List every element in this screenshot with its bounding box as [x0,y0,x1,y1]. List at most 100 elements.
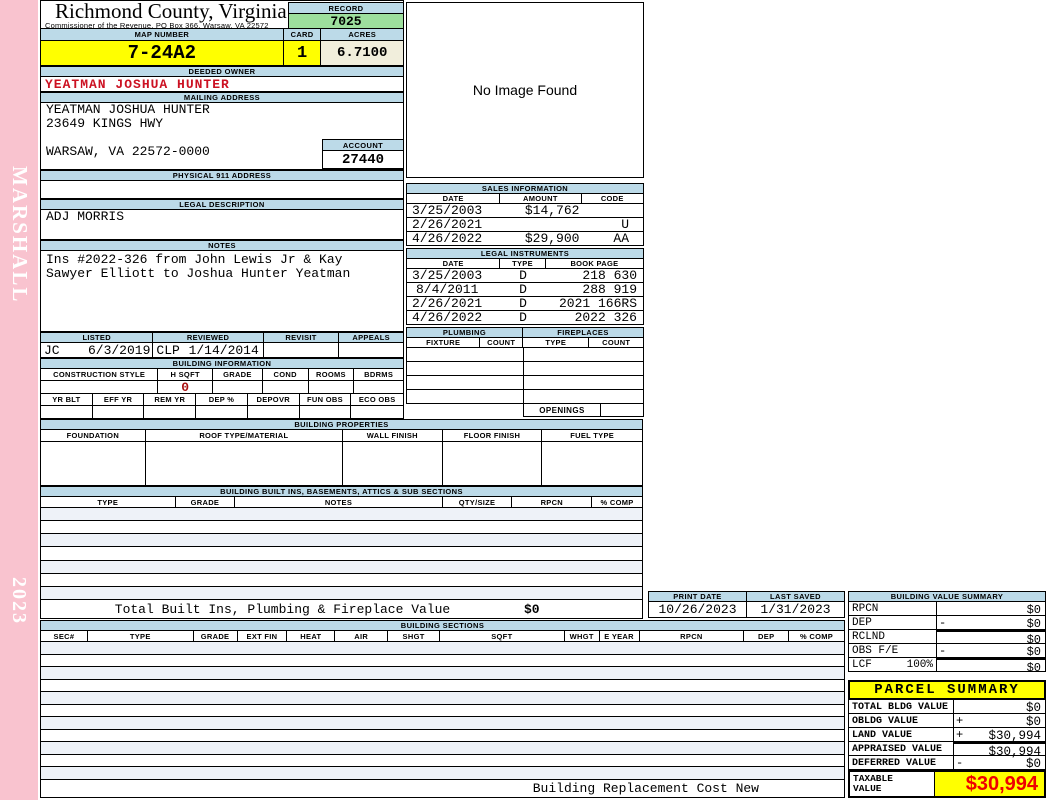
mailing-line: YEATMAN JOSHUA HUNTER [46,102,210,117]
deeded-owner-label: DEEDED OWNER [40,66,404,77]
bvs-row-dep: DEP - $0 [848,616,1046,631]
map-header-row: MAP NUMBER CARD ACRES [40,29,404,41]
card-label: CARD [284,29,322,40]
ps-value: $30,994 [968,742,1045,759]
inst-type: D [519,282,527,297]
mailing-address-block: YEATMAN JOSHUA HUNTER 23649 KINGS HWY WA… [40,103,404,170]
bdrms-label: BDRMS [364,370,394,379]
cond-value [263,381,309,393]
ps-label: TOTAL BLDG VALUE [849,700,954,713]
rooms-value [309,381,355,393]
parcel-summary: PARCEL SUMMARY TOTAL BLDG VALUE $0 OBLDG… [848,680,1046,798]
physical-address-label: PHYSICAL 911 ADDRESS [40,170,404,181]
plumbing-fireplaces-strips: PLUMBING FIREPLACES [406,327,644,338]
inst-bookpage-label: BOOK PAGE [570,259,619,268]
map-number-label: MAP NUMBER [41,29,284,40]
ps-label: OBLDG VALUE [849,714,954,727]
bvs-label: DEP [852,617,872,629]
bs-extfin-label: EXT FIN [238,631,288,641]
funobs-value [300,406,352,418]
bvs-row-lcf: LCF 100% $0 [848,658,1046,675]
year-watermark: 2023 [8,577,30,625]
foundation-value [41,442,146,485]
building-sections-empty-rows [40,642,845,780]
building-sections-label: BUILDING SECTIONS [40,620,845,631]
bvs-value: $0 [1026,617,1041,631]
inst-bookpage: 288 919 [582,282,637,297]
inst-type: D [519,310,527,325]
appeals-label: APPEALS [352,333,390,342]
listed-by: JC [44,342,60,358]
revisit-label: REVISIT [264,333,340,342]
hsqft-value: 0 [158,380,214,395]
inst-bookpage: 218 630 [582,268,637,283]
dep-pct-label: DEP % [196,394,248,405]
sales-code-label: CODE [600,194,624,203]
remyr-value [144,406,197,418]
account-label: ACCOUNT [322,139,404,151]
bvs-sign: - [939,616,947,630]
building-properties-label: BUILDING PROPERTIES [40,419,643,430]
empty-row [41,705,844,718]
last-saved-label: LAST SAVED [747,591,845,602]
sales-row: 3/25/2003 $14,762 [406,203,644,218]
bvs-sign [937,602,951,615]
empty-row [41,680,844,693]
empty-row [41,560,642,574]
reviewed-by: CLP [156,342,180,358]
sale-code: AA [613,231,630,246]
bi-qty-label: QTY/SIZE [443,497,513,507]
empty-row [41,655,844,668]
empty-row [41,574,642,587]
floor-finish-label: FLOOR FINISH [443,430,543,441]
empty-row [41,755,844,768]
account-value: 27440 [322,151,404,169]
building-replacement-label: Building Replacement Cost New [532,781,759,796]
yrblt-label: YR BLT [41,394,93,405]
ps-label: APPRAISED VALUE [849,742,954,755]
ecoobs-value [351,406,403,418]
listed-label: LISTED [41,333,154,342]
bvs-row-rpcn: RPCN $0 [848,602,1046,617]
sale-code: U [621,217,630,232]
parcel-summary-title: PARCEL SUMMARY [848,680,1046,700]
sales-row: 2/26/2021 U [406,217,644,232]
empty-row [41,742,844,755]
map-value-row: 7-24A2 1 6.7100 [40,41,404,66]
ps-row-appraised: APPRAISED VALUE $30,994 [848,742,1046,759]
card-value: 1 [283,41,322,65]
revisit-value [264,343,340,357]
openings-label: OPENINGS [524,404,601,416]
ps-sign [954,742,968,755]
sale-amount [500,218,581,231]
empty-row [406,390,644,404]
empty-row [41,521,642,535]
sec-label: SEC# [41,631,88,641]
bs-shgt-label: SHGT [388,631,441,641]
building-info-header1: CONSTRUCTION STYLE H SQFT GRADE COND ROO… [40,369,404,381]
bs-comp-label: % COMP [800,631,834,641]
built-ins-empty-rows [40,508,643,600]
plumbing-label: PLUMBING [406,327,523,338]
building-info-values2 [40,406,404,419]
bvs-row-rclnd: RCLND $0 [848,630,1046,647]
listed-date: 6/3/2019 [87,342,151,358]
bi-type-label: TYPE [41,497,176,507]
ps-value: $0 [1025,757,1041,771]
fixture-label: FIXTURE [407,338,481,347]
empty-row [41,642,844,655]
bvs-label: RPCN [852,603,879,615]
bvs-pct: 100% [906,659,933,671]
bvs-value: $0 [1026,645,1041,659]
ps-row-taxable: TAXABLE VALUE $30,994 [848,770,1046,798]
review-header-row: LISTED REVIEWED REVISIT APPEALS [40,332,404,343]
deeded-owner-value: YEATMAN JOSHUA HUNTER [40,77,404,92]
plumbing-count-label: COUNT [480,338,524,347]
account-box: ACCOUNT 27440 [322,139,404,169]
bs-air-label: AIR [335,631,389,641]
bvs-label: OBS F/E [852,645,899,657]
print-info-block: PRINT DATE LAST SAVED 10/26/2023 1/31/20… [648,591,845,618]
rooms-label: ROOMS [309,369,355,380]
instrument-row: 2/26/2021 D 2021 166RS [406,296,644,311]
grade-value [213,381,263,393]
